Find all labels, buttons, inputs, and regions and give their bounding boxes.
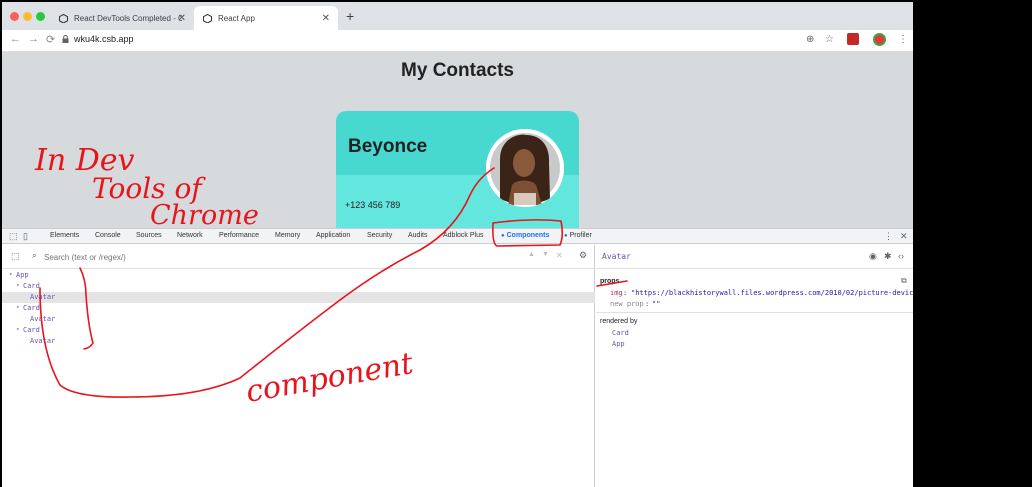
codesandbox-icon <box>202 13 212 23</box>
close-devtools-icon[interactable]: ✕ <box>900 231 908 242</box>
browser-tab-devtools-completed[interactable]: React DevTools Completed - Co ✕ <box>50 6 194 30</box>
close-tab-icon[interactable]: ✕ <box>178 13 186 24</box>
devtools-tabbar: ⬚ ▯ Elements Console Sources Network Per… <box>2 229 913 244</box>
tab-title: React DevTools Completed - Co <box>74 13 182 23</box>
next-result-icon[interactable]: ▼ <box>542 251 549 258</box>
devtools-tab-components[interactable]: ● Components <box>501 232 549 239</box>
devtools-menu-icon[interactable]: ⋮ <box>884 231 893 242</box>
inspector-header: Avatar ◉ ✱ ‹› <box>596 245 913 269</box>
search-row: ⬚ ⌕ ▲ ▼ ✕ ⚙ <box>2 245 595 269</box>
previous-result-icon[interactable]: ▲ <box>528 251 535 258</box>
tab-bar: React DevTools Completed - Co ✕ React Ap… <box>2 2 913 30</box>
devtools-panel: ⬚ ▯ Elements Console Sources Network Per… <box>2 228 913 487</box>
inspect-element-icon[interactable]: ⬚ <box>9 231 18 242</box>
prop-colon: : <box>645 300 650 308</box>
devtools-tab-security[interactable]: Security <box>367 232 392 239</box>
search-input[interactable] <box>44 251 514 263</box>
react-dot-icon: ● <box>501 233 505 239</box>
bug-icon[interactable]: ✱ <box>884 251 892 262</box>
address-bar: ← → ⟳ wku4k.csb.app ⊕ ☆ ⋮ <box>2 30 913 52</box>
close-tab-icon[interactable]: ✕ <box>322 13 330 24</box>
new-tab-button[interactable]: + <box>346 8 354 24</box>
device-toolbar-icon[interactable]: ▯ <box>23 231 28 242</box>
eye-icon[interactable]: ◉ <box>869 251 877 262</box>
devtools-tab-adblock-plus[interactable]: Adblock Plus <box>443 232 483 239</box>
bookmark-star-icon[interactable]: ☆ <box>825 34 834 45</box>
more-menu-icon[interactable]: ⋮ <box>898 34 908 45</box>
devtools-tab-application[interactable]: Application <box>316 232 350 239</box>
tree-node-label: Avatar <box>30 293 56 301</box>
settings-gear-icon[interactable]: ⚙ <box>579 250 587 261</box>
lock-icon[interactable] <box>62 35 69 43</box>
forward-arrow-icon[interactable]: → <box>28 33 39 45</box>
browser-window: React DevTools Completed - Co ✕ React Ap… <box>2 2 913 487</box>
minimize-window-button[interactable] <box>23 12 32 21</box>
contact-phone: +123 456 789 <box>345 200 401 210</box>
copy-icon[interactable]: ⧉ <box>901 276 907 286</box>
search-icon: ⌕ <box>32 251 37 260</box>
tree-node-label: Card <box>23 304 40 312</box>
rendered-by-app[interactable]: App <box>612 340 625 348</box>
tab-label: Profiler <box>569 232 592 239</box>
props-section-title: props <box>600 278 620 285</box>
rendered-by-title: rendered by <box>600 318 638 325</box>
screen: React DevTools Completed - Co ✕ React Ap… <box>0 0 1032 487</box>
selected-component-name: Avatar <box>602 252 631 261</box>
tree-row[interactable]: Avatar <box>2 292 595 303</box>
tree-row[interactable]: Avatar <box>2 336 595 347</box>
tree-row[interactable]: ▾ Card <box>2 281 595 292</box>
devtools-tab-performance[interactable]: Performance <box>219 232 259 239</box>
back-arrow-icon[interactable]: ← <box>10 33 21 45</box>
component-tree-pane: ⬚ ⌕ ▲ ▼ ✕ ⚙ ▾App▾CardAvatar▾CardAvatar▾C… <box>2 245 595 487</box>
tree-row[interactable]: ▾ App <box>2 270 595 281</box>
maximize-window-button[interactable] <box>36 12 45 21</box>
codesandbox-icon <box>58 13 68 23</box>
expand-caret-icon[interactable]: ▾ <box>16 282 20 289</box>
tab-title: React App <box>218 13 255 23</box>
page-viewport: My Contacts Beyonce +123 456 789 <box>2 52 913 228</box>
tree-row[interactable]: ▾ Card <box>2 325 595 336</box>
inspector-pane: Avatar ◉ ✱ ‹› props ⧉ img : "https://bla… <box>596 245 913 487</box>
prop-key-img[interactable]: img <box>610 289 623 297</box>
reload-icon[interactable]: ⟳ <box>46 33 55 46</box>
react-dot-icon: ● <box>564 233 568 239</box>
profile-avatar[interactable] <box>873 33 886 46</box>
expand-caret-icon[interactable]: ▾ <box>9 271 13 278</box>
extension-icon[interactable] <box>847 33 859 45</box>
prop-colon: : <box>623 289 628 297</box>
contact-card: Beyonce +123 456 789 <box>336 111 579 228</box>
clear-search-icon[interactable]: ✕ <box>556 251 563 260</box>
browser-tab-react-app[interactable]: React App ✕ <box>194 6 338 30</box>
close-window-button[interactable] <box>10 12 19 21</box>
devtools-tab-audits[interactable]: Audits <box>408 232 427 239</box>
tree-node-label: Card <box>23 326 40 334</box>
devtools-tab-network[interactable]: Network <box>177 232 203 239</box>
tree-node-label: Avatar <box>30 337 56 345</box>
devtools-tab-console[interactable]: Console <box>95 232 121 239</box>
prop-value-img[interactable]: "https://blackhistorywall.files.wordpres… <box>631 289 913 297</box>
view-source-icon[interactable]: ‹› <box>898 251 904 261</box>
contact-name: Beyonce <box>348 136 428 157</box>
select-component-icon[interactable]: ⬚ <box>11 251 20 262</box>
url-field[interactable]: wku4k.csb.app <box>74 34 134 44</box>
tree-node-label: Card <box>23 282 40 290</box>
tree-node-label: App <box>16 271 29 279</box>
devtools-tab-sources[interactable]: Sources <box>136 232 162 239</box>
devtools-tab-profiler[interactable]: ● Profiler <box>564 232 592 239</box>
devtools-tab-memory[interactable]: Memory <box>275 232 300 239</box>
tab-label: Components <box>506 232 550 239</box>
expand-caret-icon[interactable]: ▾ <box>16 326 20 333</box>
prop-value-new[interactable]: "" <box>652 300 660 308</box>
prop-key-new[interactable]: new prop <box>610 300 644 308</box>
avatar <box>486 129 564 207</box>
devtools-tab-elements[interactable]: Elements <box>50 232 79 239</box>
expand-caret-icon[interactable]: ▾ <box>16 304 20 311</box>
rendered-by-card[interactable]: Card <box>612 329 629 337</box>
add-icon[interactable]: ⊕ <box>806 34 814 45</box>
tree-row[interactable]: ▾ Card <box>2 303 595 314</box>
divider <box>596 312 913 313</box>
tree-row[interactable]: Avatar <box>2 314 595 325</box>
page-title: My Contacts <box>401 60 514 81</box>
tree-node-label: Avatar <box>30 315 56 323</box>
